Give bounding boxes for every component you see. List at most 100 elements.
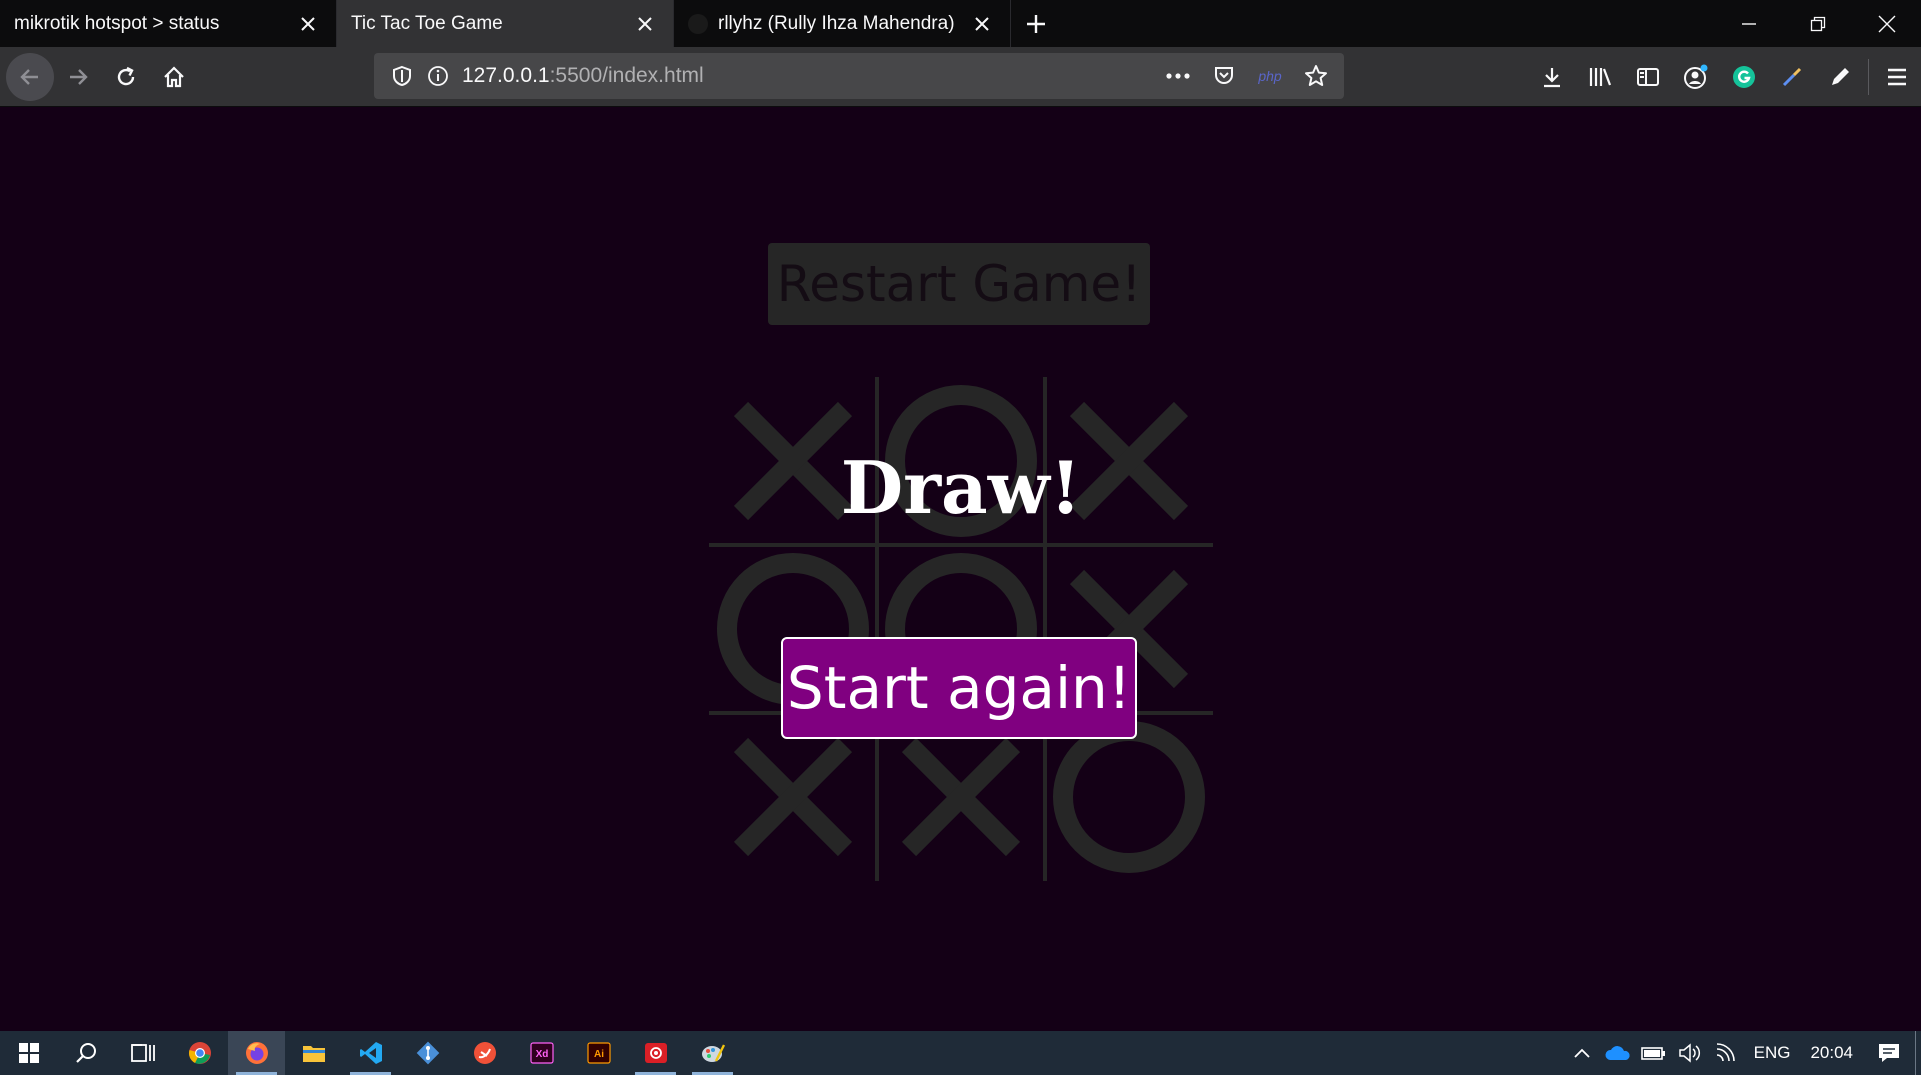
- navigation-toolbar: 127.0.0.1:5500/index.html php: [0, 47, 1921, 107]
- taskbar-swift[interactable]: [456, 1031, 513, 1075]
- chrome-icon: [188, 1042, 211, 1064]
- taskbar-vscode[interactable]: [342, 1031, 399, 1075]
- url-text[interactable]: 127.0.0.1:5500/index.html: [462, 64, 704, 88]
- url-bar[interactable]: 127.0.0.1:5500/index.html php: [374, 53, 1344, 99]
- input-language[interactable]: ENG: [1744, 1043, 1801, 1063]
- page-content: Restart Game! Draw! Start again!: [0, 107, 1921, 1031]
- account-button[interactable]: [1672, 53, 1720, 101]
- onedrive-icon[interactable]: [1600, 1031, 1636, 1075]
- taskbar-paint[interactable]: [684, 1031, 741, 1075]
- close-icon: [1878, 15, 1895, 32]
- folder-icon: [302, 1046, 325, 1062]
- site-info-icon[interactable]: [420, 58, 456, 94]
- tab-mikrotik[interactable]: mikrotik hotspot > status: [0, 0, 337, 47]
- library-icon: [1589, 68, 1612, 86]
- tab-github-profile[interactable]: rllyhz (Rully Ihza Mahendra): [674, 0, 1011, 47]
- home-icon: [164, 65, 184, 87]
- reload-button[interactable]: [102, 53, 150, 101]
- windows-taskbar: Xd Ai ENG 20:04: [0, 1031, 1921, 1075]
- close-window-button[interactable]: [1852, 0, 1921, 47]
- task-view-icon: [130, 1044, 155, 1062]
- creative-cloud-icon: [644, 1043, 667, 1063]
- library-button[interactable]: [1576, 53, 1624, 101]
- close-tab-icon[interactable]: [631, 10, 659, 38]
- sidebar-button[interactable]: [1624, 53, 1672, 101]
- tracking-shield-icon[interactable]: [384, 58, 420, 94]
- action-center-button[interactable]: [1863, 1031, 1915, 1075]
- taskbar-git[interactable]: [399, 1031, 456, 1075]
- eyedropper-icon: [1782, 67, 1802, 87]
- vscode-icon: [359, 1042, 382, 1064]
- show-hidden-icons[interactable]: [1564, 1031, 1600, 1075]
- window-controls: [1714, 0, 1921, 47]
- restore-button[interactable]: [1783, 0, 1852, 47]
- php-extension-icon[interactable]: php: [1252, 58, 1288, 94]
- browser-tab-strip: mikrotik hotspot > status Tic Tac Toe Ga…: [0, 0, 1921, 47]
- tab-title: mikrotik hotspot > status: [14, 12, 220, 34]
- grammarly-button[interactable]: [1720, 53, 1768, 101]
- chevron-up-icon: [1573, 1048, 1590, 1058]
- edit-button[interactable]: [1816, 53, 1864, 101]
- toolbar-right: [1528, 47, 1921, 107]
- taskbar-file-explorer[interactable]: [285, 1031, 342, 1075]
- url-path: :5500/index.html: [549, 64, 704, 87]
- adobe-xd-icon: Xd: [529, 1042, 554, 1064]
- account-icon: [1684, 64, 1708, 89]
- pocket-icon[interactable]: [1206, 58, 1242, 94]
- restart-game-button[interactable]: Restart Game!: [768, 243, 1150, 325]
- show-desktop-button[interactable]: [1915, 1031, 1921, 1075]
- arrow-left-icon: [20, 68, 38, 85]
- start-button[interactable]: [0, 1031, 57, 1075]
- adobe-illustrator-icon: Ai: [586, 1042, 611, 1064]
- tab-tic-tac-toe[interactable]: Tic Tac Toe Game: [337, 0, 674, 47]
- notification-icon: [1879, 1044, 1899, 1062]
- arrow-right-icon: [70, 68, 88, 85]
- url-bar-actions: php: [1160, 58, 1334, 94]
- reload-icon: [117, 66, 135, 85]
- tab-title: Tic Tac Toe Game: [351, 12, 503, 34]
- color-picker-button[interactable]: [1768, 53, 1816, 101]
- close-tab-icon[interactable]: [294, 10, 322, 38]
- board-cell-8-o-mark: [1053, 721, 1205, 873]
- downloads-button[interactable]: [1528, 53, 1576, 101]
- svg-text:Ai: Ai: [594, 1049, 604, 1060]
- search-icon: [75, 1043, 96, 1063]
- forward-button[interactable]: [54, 53, 102, 101]
- taskbar-firefox[interactable]: [228, 1031, 285, 1075]
- taskbar-creative-cloud[interactable]: [627, 1031, 684, 1075]
- menu-button[interactable]: [1873, 53, 1921, 101]
- taskbar-chrome[interactable]: [171, 1031, 228, 1075]
- download-icon: [1544, 68, 1560, 88]
- git-icon: [416, 1041, 439, 1065]
- github-icon: [688, 13, 708, 34]
- restore-icon: [1810, 16, 1825, 31]
- result-message: Draw!: [840, 445, 1082, 530]
- grammarly-icon: [1733, 66, 1755, 88]
- taskbar-adobe-illustrator[interactable]: Ai: [570, 1031, 627, 1075]
- close-tab-icon[interactable]: [968, 10, 996, 38]
- start-again-button[interactable]: Start again!: [781, 637, 1137, 739]
- toolbar-separator: [1868, 59, 1869, 95]
- back-button[interactable]: [6, 52, 54, 101]
- system-tray: ENG 20:04: [1564, 1031, 1921, 1075]
- pencil-icon: [1832, 68, 1849, 85]
- url-host: 127.0.0.1: [462, 64, 550, 87]
- new-tab-button[interactable]: [1011, 0, 1061, 47]
- page-actions-icon[interactable]: [1160, 58, 1196, 94]
- paint-palette-icon: [701, 1044, 725, 1062]
- hamburger-menu-icon: [1888, 68, 1906, 86]
- plus-icon: [1027, 14, 1045, 33]
- bookmark-star-icon[interactable]: [1298, 58, 1334, 94]
- taskbar-clock[interactable]: 20:04: [1800, 1043, 1863, 1063]
- search-button[interactable]: [57, 1031, 114, 1075]
- task-view-button[interactable]: [114, 1031, 171, 1075]
- volume-icon[interactable]: [1672, 1031, 1708, 1075]
- home-button[interactable]: [150, 53, 198, 101]
- battery-icon[interactable]: [1636, 1031, 1672, 1075]
- tab-title: rllyhz (Rully Ihza Mahendra): [718, 12, 955, 34]
- minimize-button[interactable]: [1714, 0, 1783, 47]
- taskbar-adobe-xd[interactable]: Xd: [513, 1031, 570, 1075]
- sidebar-icon: [1637, 68, 1659, 86]
- swift-icon: [473, 1042, 496, 1064]
- wifi-icon[interactable]: [1708, 1031, 1744, 1075]
